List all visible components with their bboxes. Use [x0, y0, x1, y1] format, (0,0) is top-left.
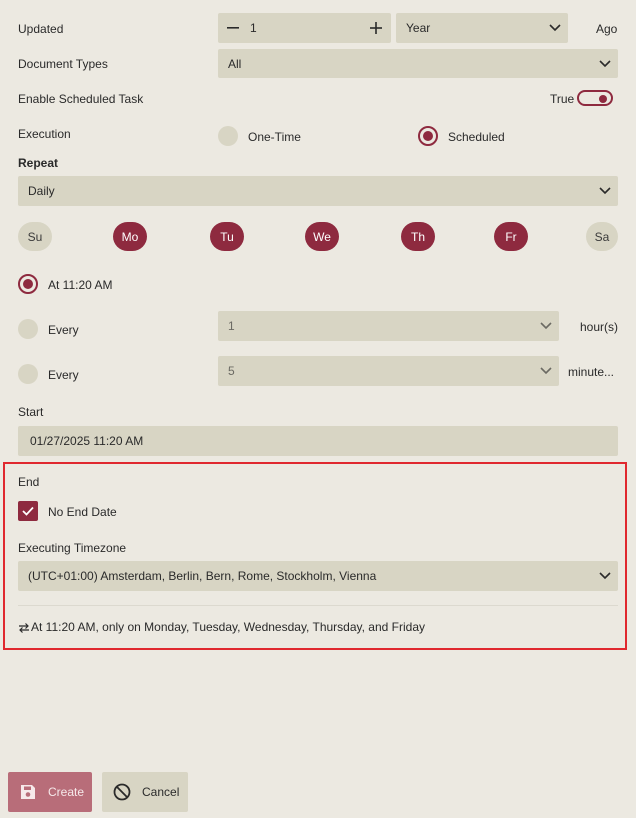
ban-icon	[113, 783, 131, 801]
enable-scheduled-task-toggle[interactable]	[577, 90, 613, 106]
every-hours-select[interactable]: 1	[218, 311, 559, 341]
every-minutes-select[interactable]: 5	[218, 356, 559, 386]
every-hours-label[interactable]: Every	[48, 323, 79, 337]
execution-one-time-label[interactable]: One-Time	[248, 130, 301, 144]
execution-label: Execution	[18, 127, 71, 141]
chevron-down-icon	[592, 187, 618, 195]
document-types-value: All	[228, 56, 242, 71]
enable-scheduled-task-label: Enable Scheduled Task	[18, 92, 144, 106]
chevron-down-icon	[533, 367, 559, 375]
timezone-label: Executing Timezone	[18, 541, 127, 555]
every-hours-value: 1	[228, 319, 235, 333]
execution-scheduled-radio[interactable]	[418, 126, 438, 146]
day-sunday[interactable]: Su	[18, 222, 52, 251]
every-minutes-radio[interactable]	[18, 364, 38, 384]
at-time-radio[interactable]	[18, 274, 38, 294]
every-minutes-label[interactable]: Every	[48, 368, 79, 382]
updated-suffix: Ago	[596, 22, 618, 36]
end-label: End	[18, 475, 40, 489]
repeat-heading: Repeat	[18, 156, 59, 170]
every-minutes-value: 5	[228, 364, 235, 378]
plus-icon[interactable]	[361, 22, 391, 34]
day-monday[interactable]: Mo	[113, 222, 147, 251]
repeat-select[interactable]: Daily	[18, 176, 618, 206]
checkmark-icon	[22, 506, 34, 516]
updated-stepper[interactable]: 1	[218, 13, 391, 43]
start-datetime-value[interactable]: 01/27/2025 11:20 AM	[18, 434, 618, 448]
repeat-value: Daily	[28, 184, 55, 198]
chevron-down-icon	[533, 322, 559, 330]
every-hours-unit: hour(s)	[580, 320, 619, 334]
cancel-button[interactable]: Cancel	[102, 772, 188, 812]
chevron-down-icon	[592, 59, 618, 68]
minus-icon[interactable]	[218, 22, 248, 34]
every-minutes-unit: minute...	[568, 365, 615, 379]
schedule-summary: At 11:20 AM, only on Monday, Tuesday, We…	[18, 620, 425, 634]
schedule-summary-text: At 11:20 AM, only on Monday, Tuesday, We…	[31, 620, 425, 634]
day-tuesday[interactable]: Tu	[210, 222, 244, 251]
create-button-label: Create	[48, 785, 85, 799]
timezone-select[interactable]: (UTC+01:00) Amsterdam, Berlin, Bern, Rom…	[18, 561, 618, 591]
repeat-icon	[19, 622, 29, 633]
chevron-down-icon	[592, 572, 618, 580]
day-saturday[interactable]: Sa	[586, 222, 618, 251]
day-wednesday[interactable]: We	[305, 222, 339, 251]
updated-unit-select[interactable]: Year	[396, 13, 568, 43]
summary-divider	[18, 605, 618, 606]
start-datetime-input[interactable]: 01/27/2025 11:20 AM	[18, 426, 618, 456]
updated-value[interactable]: 1	[248, 21, 361, 35]
save-icon	[21, 785, 35, 799]
execution-scheduled-label[interactable]: Scheduled	[448, 130, 505, 144]
document-types-select[interactable]: All	[218, 49, 618, 78]
start-label: Start	[18, 405, 44, 419]
no-end-date-checkbox[interactable]	[18, 501, 38, 521]
updated-label: Updated	[18, 22, 64, 36]
document-types-label: Document Types	[18, 57, 108, 71]
create-button[interactable]: Create	[8, 772, 92, 812]
at-time-label[interactable]: At 11:20 AM	[48, 278, 112, 292]
day-thursday[interactable]: Th	[401, 222, 435, 251]
updated-unit-value: Year	[406, 21, 431, 35]
execution-one-time-radio[interactable]	[218, 126, 238, 146]
enable-scheduled-task-state: True	[550, 92, 575, 106]
every-hours-radio[interactable]	[18, 319, 38, 339]
chevron-down-icon	[542, 24, 568, 32]
no-end-date-label[interactable]: No End Date	[48, 505, 117, 519]
cancel-button-label: Cancel	[142, 785, 180, 799]
day-friday[interactable]: Fr	[494, 222, 528, 251]
timezone-value: (UTC+01:00) Amsterdam, Berlin, Bern, Rom…	[28, 569, 377, 583]
